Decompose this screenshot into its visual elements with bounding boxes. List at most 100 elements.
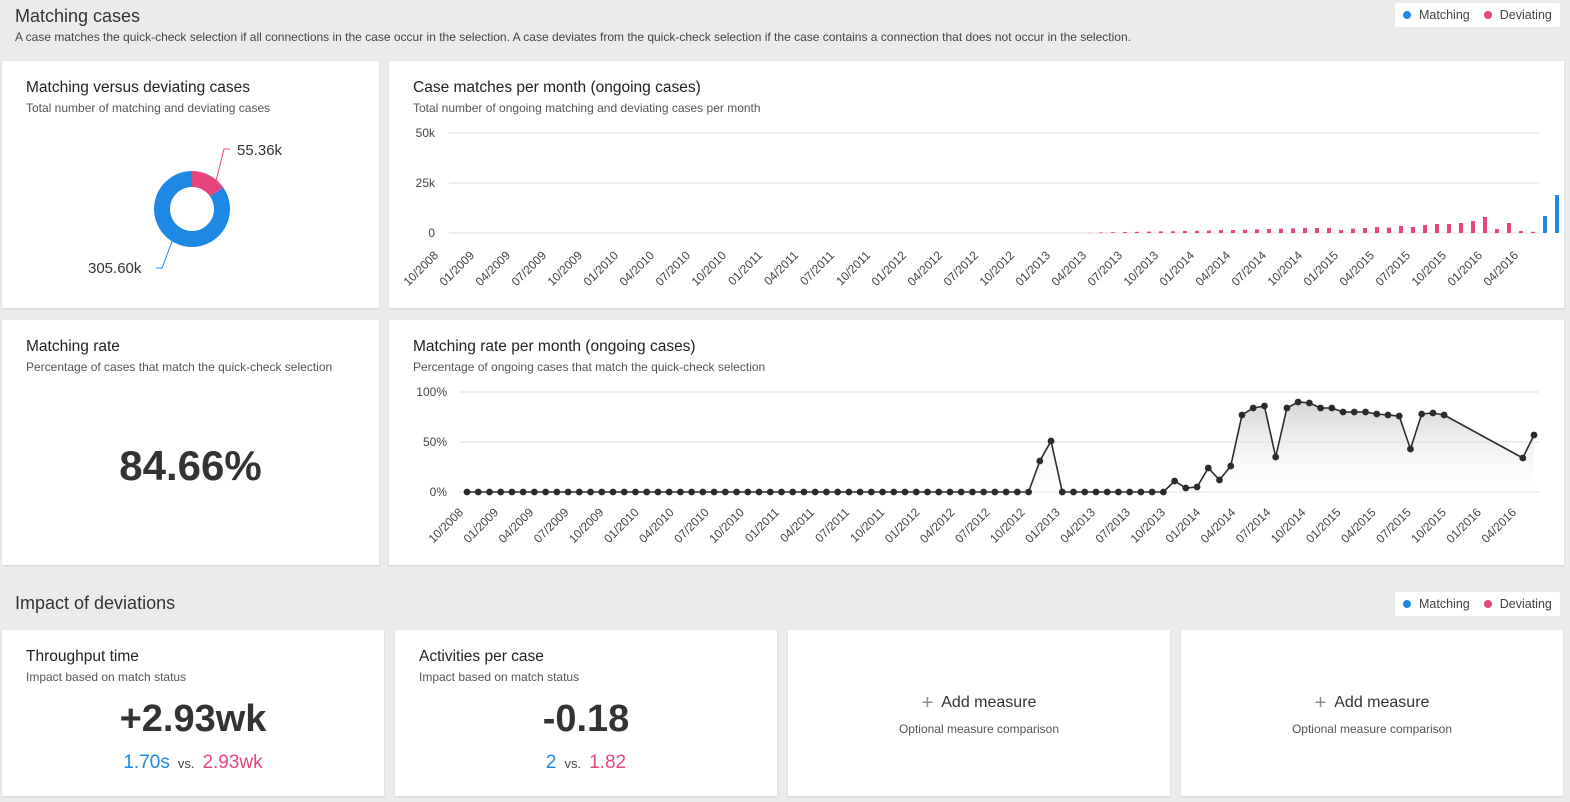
line-point[interactable]	[845, 488, 853, 496]
line-point[interactable]	[620, 488, 628, 496]
line-point[interactable]	[1103, 488, 1111, 496]
bar-deviating[interactable]	[1231, 230, 1235, 233]
add-measure-button[interactable]: + Add measure	[788, 692, 1170, 715]
line-point[interactable]	[508, 488, 516, 496]
line-point[interactable]	[1092, 488, 1100, 496]
line-point[interactable]	[1036, 457, 1044, 465]
bar-deviating[interactable]	[1123, 232, 1127, 233]
line-point[interactable]	[1350, 408, 1358, 416]
line-point[interactable]	[1204, 464, 1212, 472]
line-point[interactable]	[1182, 484, 1190, 492]
line-point[interactable]	[587, 488, 594, 496]
line-point[interactable]	[688, 488, 696, 496]
line-point[interactable]	[912, 488, 920, 496]
bar-deviating[interactable]	[1291, 228, 1295, 233]
line-point[interactable]	[733, 488, 740, 496]
line-point[interactable]	[474, 488, 482, 496]
bar-deviating[interactable]	[1519, 231, 1523, 233]
bar-deviating[interactable]	[1459, 223, 1463, 233]
line-point[interactable]	[1171, 477, 1178, 485]
line-point[interactable]	[924, 488, 931, 496]
line-point[interactable]	[980, 488, 988, 496]
line-point[interactable]	[710, 488, 718, 496]
line-point[interactable]	[1362, 408, 1369, 416]
line-point[interactable]	[1115, 488, 1122, 496]
line-point[interactable]	[665, 488, 673, 496]
line-point[interactable]	[789, 488, 797, 496]
line-point[interactable]	[1407, 445, 1414, 453]
line-point[interactable]	[1216, 476, 1223, 484]
line-point[interactable]	[542, 488, 550, 496]
bar-deviating[interactable]	[1243, 229, 1247, 233]
line-point[interactable]	[957, 488, 965, 496]
line-point[interactable]	[834, 488, 842, 496]
bar-deviating[interactable]	[1111, 232, 1115, 233]
add-measure-card-1[interactable]: + Add measure Optional measure comparison	[788, 630, 1170, 796]
line-point[interactable]	[530, 488, 538, 496]
line-point[interactable]	[609, 488, 617, 496]
line-point[interactable]	[766, 488, 774, 496]
line-point[interactable]	[879, 488, 886, 496]
line-point[interactable]	[1159, 488, 1167, 496]
bar-deviating[interactable]	[1447, 224, 1451, 233]
bar-deviating[interactable]	[1171, 231, 1175, 233]
line-point[interactable]	[744, 488, 752, 496]
line-point[interactable]	[1193, 483, 1201, 491]
line-point[interactable]	[598, 488, 606, 496]
line-point[interactable]	[1395, 412, 1403, 420]
line-point[interactable]	[901, 488, 909, 496]
line-point[interactable]	[1384, 411, 1392, 419]
bar-deviating[interactable]	[1147, 231, 1151, 233]
line-point[interactable]	[497, 488, 505, 496]
bar-deviating[interactable]	[1279, 228, 1283, 233]
legend-item-deviating[interactable]: Deviating	[1483, 597, 1552, 611]
legend-item-matching[interactable]: Matching	[1403, 8, 1470, 22]
line-point[interactable]	[935, 488, 943, 496]
line-point[interactable]	[755, 488, 763, 496]
bar-deviating[interactable]	[1495, 229, 1499, 233]
line-point[interactable]	[946, 488, 954, 496]
line-point[interactable]	[1238, 411, 1246, 419]
line-point[interactable]	[1070, 488, 1077, 496]
line-point[interactable]	[1283, 404, 1291, 412]
line-point[interactable]	[1126, 488, 1134, 496]
bar-deviating[interactable]	[1219, 230, 1223, 233]
line-point[interactable]	[823, 488, 830, 496]
bar-deviating[interactable]	[1183, 231, 1187, 233]
line-point[interactable]	[519, 488, 527, 496]
line-point[interactable]	[463, 488, 471, 496]
line-point[interactable]	[1317, 404, 1324, 412]
line-point[interactable]	[575, 488, 583, 496]
bar-deviating[interactable]	[1483, 217, 1487, 233]
line-point[interactable]	[553, 488, 561, 496]
line-point[interactable]	[890, 488, 898, 496]
line-point[interactable]	[867, 488, 875, 496]
line-point[interactable]	[1429, 409, 1437, 417]
bar-deviating[interactable]	[1267, 229, 1271, 233]
line-point[interactable]	[1025, 488, 1032, 496]
add-measure-button[interactable]: + Add measure	[1181, 692, 1563, 715]
bar-deviating[interactable]	[1315, 228, 1319, 233]
line-point[interactable]	[778, 488, 785, 496]
line-point[interactable]	[1373, 410, 1381, 418]
line-point[interactable]	[1148, 488, 1156, 496]
legend-item-deviating[interactable]: Deviating	[1483, 8, 1552, 22]
bar-deviating[interactable]	[1351, 228, 1355, 233]
line-point[interactable]	[564, 488, 572, 496]
line-point[interactable]	[1294, 398, 1302, 406]
bar-deviating[interactable]	[1423, 225, 1427, 233]
line-point[interactable]	[800, 488, 808, 496]
line-point[interactable]	[1137, 488, 1145, 496]
bar-deviating[interactable]	[1255, 229, 1259, 233]
line-point[interactable]	[1440, 411, 1448, 419]
bar-deviating[interactable]	[1411, 227, 1415, 233]
line-point[interactable]	[1013, 488, 1021, 496]
line-point[interactable]	[632, 488, 639, 496]
line-point[interactable]	[1261, 402, 1268, 410]
line-point[interactable]	[699, 488, 707, 496]
bar-deviating[interactable]	[1435, 224, 1439, 233]
bar-deviating[interactable]	[1135, 231, 1139, 233]
bar-deviating[interactable]	[1099, 232, 1103, 233]
line-point[interactable]	[969, 488, 976, 496]
bar-matching[interactable]	[1555, 195, 1559, 233]
